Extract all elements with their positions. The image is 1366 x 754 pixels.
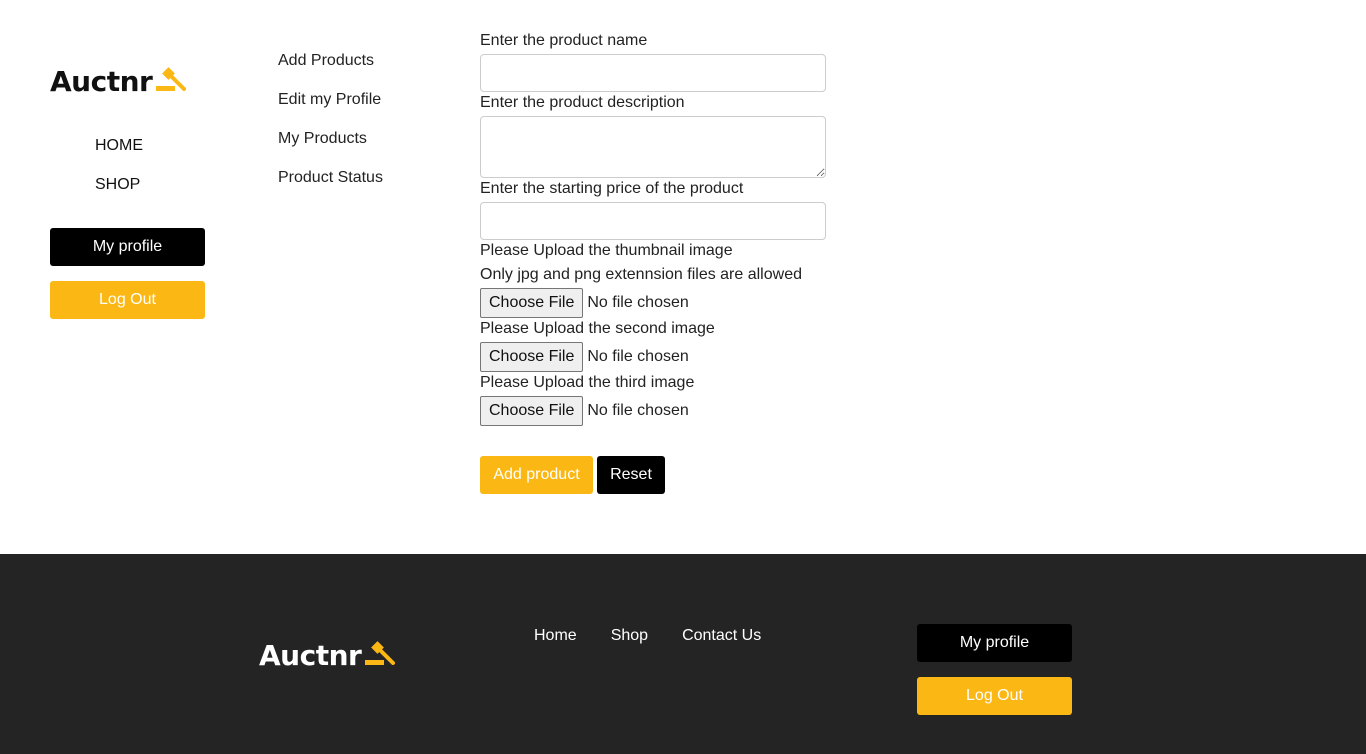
second-image-label: Please Upload the second image	[480, 320, 715, 337]
footer	[0, 554, 1366, 754]
product-name-label: Enter the product name	[480, 32, 648, 49]
add-product-form: Enter the product name Enter the product…	[480, 31, 840, 427]
thumbnail-upload-label: Please Upload the thumbnail image	[480, 242, 733, 259]
footer-brand-name: Auctnr	[259, 639, 362, 672]
dashboard-item-edit-profile[interactable]: Edit my Profile	[278, 90, 383, 129]
choose-thumbnail-button[interactable]: Choose File	[480, 288, 584, 318]
starting-price-label: Enter the starting price of the product	[480, 180, 744, 197]
footer-link-shop[interactable]: Shop	[611, 626, 648, 646]
thumbnail-file-status: No file chosen	[587, 294, 689, 311]
nav-shop[interactable]: SHOP	[95, 175, 143, 214]
third-image-file-input: Choose File No file chosen	[480, 396, 840, 426]
choose-third-image-button[interactable]: Choose File	[480, 396, 584, 426]
dashboard-nav: Add Products Edit my Profile My Products…	[278, 51, 383, 207]
product-description-input[interactable]	[480, 116, 826, 178]
dashboard-item-add-products[interactable]: Add Products	[278, 51, 383, 90]
my-profile-button[interactable]: My profile	[50, 228, 205, 266]
footer-link-contact[interactable]: Contact Us	[682, 626, 761, 646]
second-image-file-status: No file chosen	[587, 348, 689, 365]
main-nav: HOME SHOP	[95, 136, 143, 214]
footer-gavel-icon	[363, 637, 396, 670]
file-type-note: Only jpg and png extennsion files are al…	[480, 266, 802, 283]
product-name-input[interactable]	[480, 54, 826, 92]
footer-log-out-button[interactable]: Log Out	[917, 677, 1072, 715]
third-image-label: Please Upload the third image	[480, 374, 695, 391]
footer-my-profile-button[interactable]: My profile	[917, 624, 1072, 662]
thumbnail-file-input: Choose File No file chosen	[480, 288, 840, 318]
gavel-icon	[154, 63, 187, 96]
dashboard-item-my-products[interactable]: My Products	[278, 129, 383, 168]
second-image-file-input: Choose File No file chosen	[480, 342, 840, 372]
brand-name: Auctnr	[50, 65, 153, 98]
choose-second-image-button[interactable]: Choose File	[480, 342, 584, 372]
third-image-file-status: No file chosen	[587, 402, 689, 419]
footer-nav: Home Shop Contact Us	[534, 626, 795, 646]
reset-button[interactable]: Reset	[597, 456, 665, 494]
brand-logo[interactable]: Auctnr	[50, 63, 187, 98]
footer-logo[interactable]: Auctnr	[259, 637, 396, 672]
starting-price-input[interactable]	[480, 202, 826, 240]
footer-link-home[interactable]: Home	[534, 626, 577, 646]
add-product-button[interactable]: Add product	[480, 456, 593, 494]
dashboard-item-product-status[interactable]: Product Status	[278, 168, 383, 207]
log-out-button[interactable]: Log Out	[50, 281, 205, 319]
nav-home[interactable]: HOME	[95, 136, 143, 175]
product-description-label: Enter the product description	[480, 94, 685, 111]
